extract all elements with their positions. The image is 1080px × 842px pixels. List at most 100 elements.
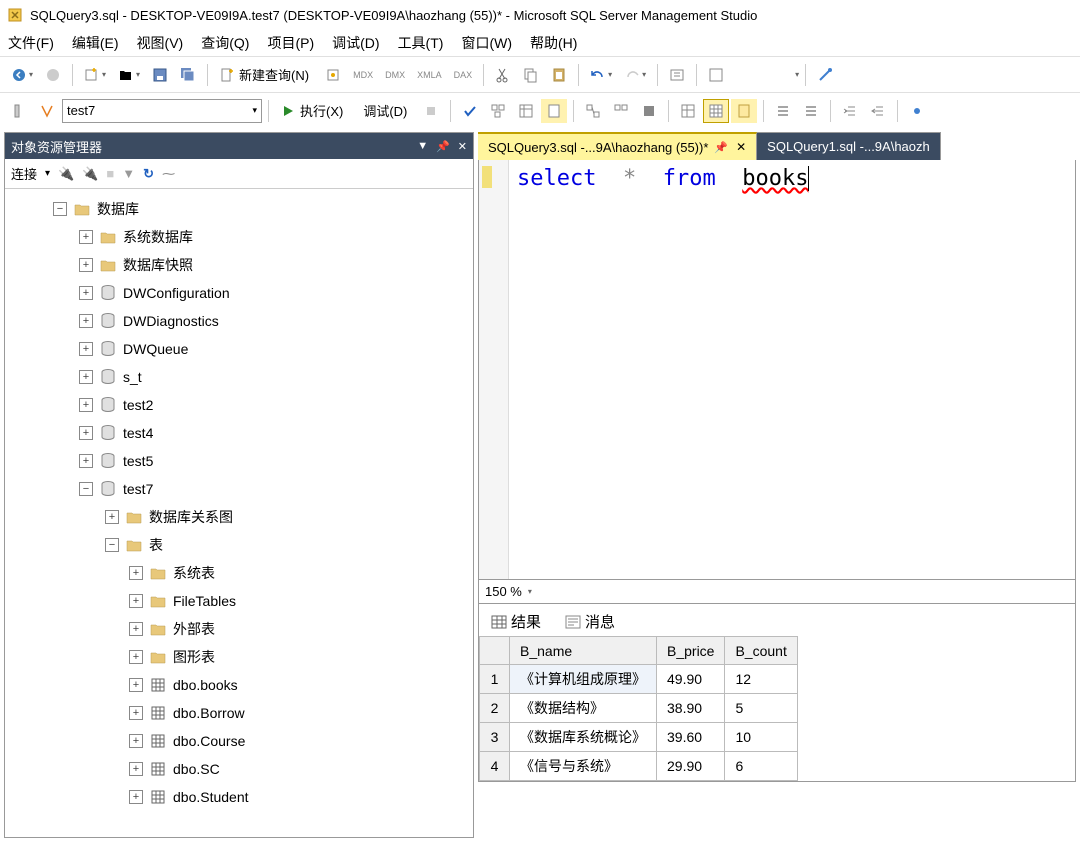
expand-icon[interactable]: +: [79, 398, 93, 412]
options-icon[interactable]: [904, 99, 930, 123]
connect-icon[interactable]: [6, 99, 32, 123]
panel-close-icon[interactable]: ✕: [458, 140, 467, 153]
change-conn-icon[interactable]: [34, 99, 60, 123]
activity-icon[interactable]: ⁓: [162, 166, 175, 182]
table-row[interactable]: 1 《计算机组成原理》 49.90 12: [480, 665, 798, 694]
expand-icon[interactable]: +: [129, 734, 143, 748]
outdent-icon[interactable]: [865, 99, 891, 123]
tool-icon-3[interactable]: [703, 63, 729, 87]
menu-query[interactable]: 查询(Q): [201, 33, 249, 53]
tool-icon-4[interactable]: [812, 63, 838, 87]
table-row[interactable]: 2 《数据结构》 38.90 5: [480, 694, 798, 723]
expand-icon[interactable]: +: [79, 342, 93, 356]
menu-debug[interactable]: 调试(D): [332, 33, 379, 53]
menu-project[interactable]: 项目(P): [267, 33, 314, 53]
tool-mdx-icon[interactable]: MDX: [348, 63, 378, 87]
col-header[interactable]: B_name: [510, 637, 657, 665]
nav-back-button[interactable]: ▾: [6, 63, 38, 87]
expand-icon[interactable]: +: [129, 706, 143, 720]
stop-button[interactable]: [418, 99, 444, 123]
menu-tools[interactable]: 工具(T): [398, 33, 444, 53]
parse-button[interactable]: [457, 99, 483, 123]
expand-icon[interactable]: +: [79, 370, 93, 384]
menu-window[interactable]: 窗口(W): [461, 33, 512, 53]
title-bar: SQLQuery3.sql - DESKTOP-VE09I9A.test7 (D…: [0, 0, 1080, 30]
plan2-icon[interactable]: [513, 99, 539, 123]
execute-button[interactable]: 执行(X): [275, 99, 352, 123]
panel-pin-icon[interactable]: 📌: [436, 140, 450, 153]
menu-help[interactable]: 帮助(H): [530, 33, 577, 53]
sql-editor[interactable]: select * from books: [478, 160, 1076, 580]
expand-icon[interactable]: +: [129, 650, 143, 664]
menu-edit[interactable]: 编辑(E): [72, 33, 119, 53]
expand-icon[interactable]: +: [105, 510, 119, 524]
uncomment-icon[interactable]: [798, 99, 824, 123]
save-all-button[interactable]: [175, 63, 201, 87]
plan4-icon[interactable]: [580, 99, 606, 123]
comment-icon[interactable]: [770, 99, 796, 123]
menu-file[interactable]: 文件(F): [8, 33, 54, 53]
expand-icon[interactable]: +: [79, 426, 93, 440]
plan5-icon[interactable]: [608, 99, 634, 123]
collapse-icon[interactable]: −: [79, 482, 93, 496]
results-text-icon[interactable]: [703, 99, 729, 123]
panel-dropdown-icon[interactable]: ▼: [417, 140, 428, 153]
connect-icon-2[interactable]: 🔌: [82, 166, 98, 182]
collapse-icon[interactable]: −: [53, 202, 67, 216]
copy-button[interactable]: [518, 63, 544, 87]
col-header[interactable]: B_price: [657, 637, 725, 665]
expand-icon[interactable]: +: [79, 454, 93, 468]
tool-dax-icon[interactable]: DAX: [449, 63, 478, 87]
table-row[interactable]: 4 《信号与系统》 29.90 6: [480, 752, 798, 781]
refresh-icon[interactable]: ↻: [143, 166, 154, 182]
object-tree[interactable]: −数据库 +系统数据库 +数据库快照 +DWConfiguration +DWD…: [5, 189, 473, 837]
nav-fwd-button[interactable]: [40, 63, 66, 87]
plan6-icon[interactable]: [636, 99, 662, 123]
indent-icon[interactable]: [837, 99, 863, 123]
plan3-icon[interactable]: [541, 99, 567, 123]
results-grid[interactable]: B_name B_price B_count 1 《计算机组成原理》 49.90…: [478, 636, 1076, 782]
cut-button[interactable]: [490, 63, 516, 87]
collapse-icon[interactable]: −: [105, 538, 119, 552]
database-combo[interactable]: test7▾: [62, 99, 262, 123]
results-grid-icon[interactable]: [675, 99, 701, 123]
tool-xmla-icon[interactable]: XMLA: [412, 63, 447, 87]
results-file-icon[interactable]: [731, 99, 757, 123]
expand-icon[interactable]: +: [79, 286, 93, 300]
tool-icon-2[interactable]: [664, 63, 690, 87]
messages-tab[interactable]: 消息: [559, 607, 621, 636]
close-icon[interactable]: ✕: [736, 140, 746, 154]
col-header[interactable]: B_count: [725, 637, 797, 665]
tool-dmx-icon[interactable]: DMX: [380, 63, 410, 87]
filter-icon[interactable]: ▼: [122, 166, 135, 181]
expand-icon[interactable]: +: [79, 258, 93, 272]
expand-icon[interactable]: +: [129, 594, 143, 608]
menu-view[interactable]: 视图(V): [137, 33, 184, 53]
new-project-button[interactable]: ▾: [79, 63, 111, 87]
results-tab[interactable]: 结果: [485, 607, 547, 636]
expand-icon[interactable]: +: [129, 678, 143, 692]
expand-icon[interactable]: +: [129, 762, 143, 776]
table-row[interactable]: 3 《数据库系统概论》 39.60 10: [480, 723, 798, 752]
expand-icon[interactable]: +: [129, 622, 143, 636]
connect-label[interactable]: 连接: [11, 164, 37, 183]
open-button[interactable]: ▾: [113, 63, 145, 87]
redo-button[interactable]: ▾: [619, 63, 651, 87]
zoom-dropdown-icon[interactable]: ▾: [528, 587, 532, 596]
pin-icon[interactable]: 📌: [714, 141, 728, 154]
tab-other[interactable]: SQLQuery1.sql -...9A\haozh: [757, 132, 941, 160]
debug-button[interactable]: 调试(D): [354, 99, 416, 123]
expand-icon[interactable]: +: [79, 314, 93, 328]
new-query-button[interactable]: 新建查询(N): [214, 63, 318, 87]
plan1-icon[interactable]: [485, 99, 511, 123]
save-button[interactable]: [147, 63, 173, 87]
tab-active[interactable]: SQLQuery3.sql -...9A\haozhang (55))* 📌 ✕: [478, 132, 757, 160]
tool-icon-1[interactable]: [320, 63, 346, 87]
connect-icon-1[interactable]: 🔌: [58, 166, 74, 182]
expand-icon[interactable]: +: [79, 230, 93, 244]
expand-icon[interactable]: +: [129, 566, 143, 580]
zoom-value[interactable]: 150 %: [485, 584, 522, 599]
paste-button[interactable]: [546, 63, 572, 87]
expand-icon[interactable]: +: [129, 790, 143, 804]
undo-button[interactable]: ▾: [585, 63, 617, 87]
